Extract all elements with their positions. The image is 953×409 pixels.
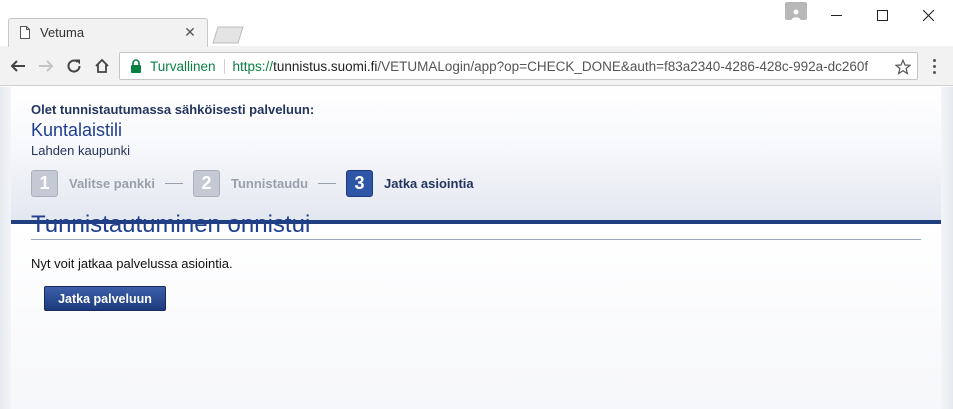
url-path: /VETUMALogin/app?op=CHECK_DONE&auth=f83a… bbox=[377, 58, 869, 74]
step-separator bbox=[318, 182, 337, 184]
page-viewport: Olet tunnistautumassa sähköisesti palvel… bbox=[0, 87, 953, 409]
minimize-button[interactable] bbox=[813, 0, 859, 30]
url-host: tunnistus.suomi.fi bbox=[273, 58, 378, 74]
home-button[interactable] bbox=[90, 54, 114, 78]
page-background-right bbox=[941, 87, 953, 409]
star-icon[interactable] bbox=[895, 59, 911, 75]
step-label: Tunnistaudu bbox=[231, 175, 309, 191]
step-separator bbox=[165, 182, 183, 184]
new-tab-button[interactable] bbox=[212, 26, 244, 44]
reload-button[interactable] bbox=[62, 54, 86, 78]
lock-icon bbox=[131, 59, 141, 73]
service-intro-text: Olet tunnistautumassa sähköisesti palvel… bbox=[31, 102, 315, 117]
maximize-icon bbox=[876, 9, 888, 21]
minimize-icon bbox=[830, 14, 842, 16]
profile-icon[interactable] bbox=[785, 2, 807, 20]
secure-label: Turvallinen bbox=[150, 58, 225, 74]
step-1: 1 Valitse pankki bbox=[31, 169, 155, 197]
forward-button[interactable] bbox=[34, 54, 58, 78]
step-3: 3 Jatka asiointia bbox=[346, 169, 474, 197]
forward-arrow-icon bbox=[39, 60, 54, 72]
title-bar: Vetuma ✕ bbox=[0, 0, 953, 47]
browser-chrome: Vetuma ✕ Turvallinen https://tunnistus.s… bbox=[0, 0, 953, 86]
tab-close-icon[interactable]: ✕ bbox=[180, 22, 200, 42]
step-number: 3 bbox=[346, 169, 374, 197]
progress-steps: 1 Valitse pankki 2 Tunnistaudu 3 Jatka a… bbox=[31, 169, 474, 197]
maximize-button[interactable] bbox=[859, 0, 905, 30]
page-title: Tunnistautuminen onnistui bbox=[31, 211, 311, 238]
title-divider bbox=[31, 239, 921, 240]
page-icon bbox=[20, 25, 30, 39]
browser-tab-content[interactable]: Vetuma ✕ bbox=[20, 17, 200, 47]
back-arrow-icon bbox=[10, 60, 25, 72]
step-2: 2 Tunnistaudu bbox=[193, 169, 309, 197]
step-label: Valitse pankki bbox=[69, 175, 155, 191]
tab-title: Vetuma bbox=[40, 24, 85, 40]
home-icon bbox=[95, 58, 109, 73]
service-name: Kuntalaistili bbox=[31, 120, 123, 140]
back-button[interactable] bbox=[6, 54, 30, 78]
url-text[interactable]: https://tunnistus.suomi.fi/VETUMALogin/a… bbox=[233, 59, 917, 74]
body-text: Nyt voit jatkaa palvelussa asiointia. bbox=[31, 256, 233, 271]
close-window-button[interactable] bbox=[905, 0, 951, 30]
browser-toolbar: Turvallinen https://tunnistus.suomi.fi/V… bbox=[0, 46, 953, 86]
close-icon bbox=[922, 9, 934, 21]
url-scheme: https:// bbox=[232, 58, 274, 74]
content-area bbox=[11, 224, 941, 409]
page-background-left bbox=[0, 87, 11, 409]
continue-to-service-button[interactable]: Jatka palveluun bbox=[44, 286, 166, 311]
address-bar[interactable]: Turvallinen https://tunnistus.suomi.fi/V… bbox=[119, 52, 918, 80]
step-number: 2 bbox=[193, 169, 220, 197]
reload-icon bbox=[67, 59, 81, 73]
step-number: 1 bbox=[31, 169, 58, 197]
service-organization: Lahden kaupunki bbox=[31, 143, 131, 158]
step-label: Jatka asiointia bbox=[384, 175, 474, 191]
more-vertical-icon[interactable] bbox=[926, 54, 942, 78]
